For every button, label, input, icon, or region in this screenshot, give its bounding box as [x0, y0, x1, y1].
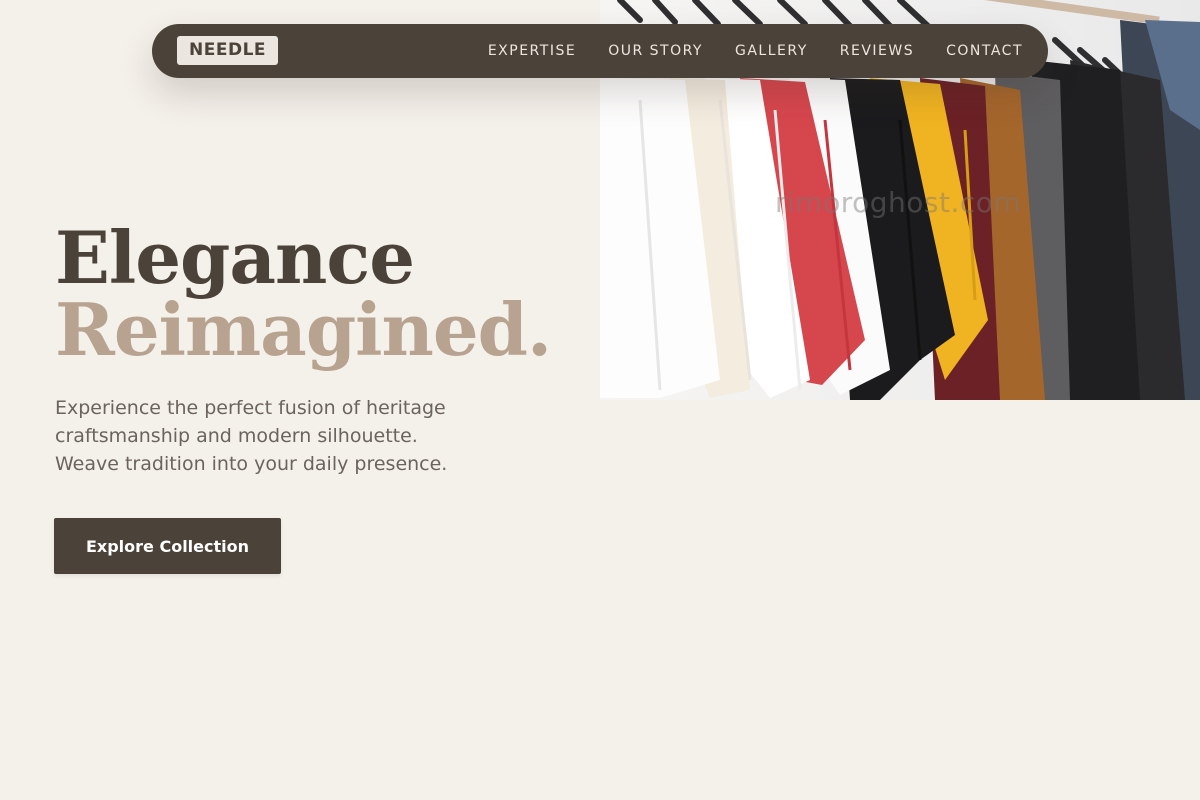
top-navbar: NEEDLE EXPERTISE OUR STORY GALLERY REVIE…	[152, 24, 1048, 78]
nav-link-expertise[interactable]: EXPERTISE	[488, 43, 576, 59]
brand-logo[interactable]: NEEDLE	[177, 36, 279, 65]
nav-link-reviews[interactable]: REVIEWS	[840, 43, 914, 59]
landing-page: rimoroghost.com NEEDLE EXPERTISE OUR STO…	[0, 0, 1200, 800]
nav-links: EXPERTISE OUR STORY GALLERY REVIEWS CONT…	[488, 24, 1023, 78]
nav-link-contact[interactable]: CONTACT	[946, 43, 1023, 59]
hero-subtext-line: Weave tradition into your daily presence…	[55, 453, 448, 475]
hero-headline-line1: Elegance	[55, 215, 415, 300]
nav-link-our-story[interactable]: OUR STORY	[608, 43, 703, 59]
hero-subtext: Experience the perfect fusion of heritag…	[55, 394, 525, 478]
hero-headline-line2: Reimagined.	[55, 287, 552, 372]
hero-subtext-line: craftsmanship and modern silhouette.	[55, 425, 418, 447]
explore-collection-button[interactable]: Explore Collection	[54, 518, 281, 574]
image-watermark: rimoroghost.com	[775, 186, 1022, 219]
nav-link-gallery[interactable]: GALLERY	[735, 43, 808, 59]
hero-subtext-line: Experience the perfect fusion of heritag…	[55, 397, 446, 419]
hero-headline: Elegance Reimagined.	[55, 215, 552, 372]
